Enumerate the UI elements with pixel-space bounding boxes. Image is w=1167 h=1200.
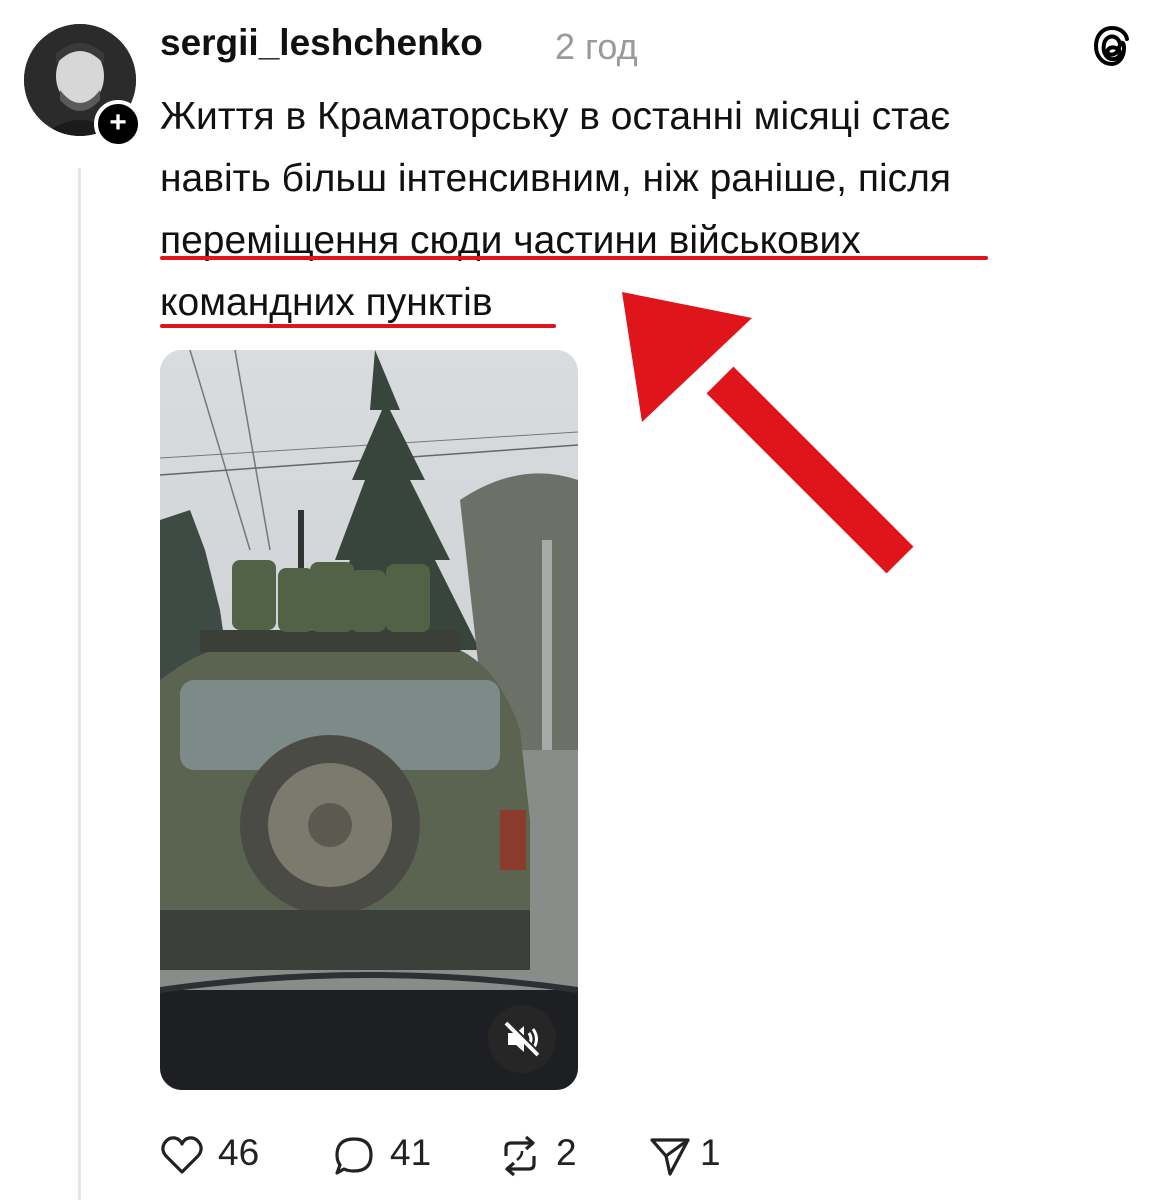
muted-speaker-icon: [504, 1020, 541, 1057]
username[interactable]: sergii_leshchenko: [160, 22, 483, 64]
red-arrow-annotation: [622, 292, 914, 574]
like-count: 46: [218, 1132, 260, 1173]
repost-button[interactable]: 2: [498, 1130, 588, 1180]
like-button[interactable]: 46: [160, 1130, 280, 1180]
red-underline: [160, 324, 556, 328]
post-text-line: Життя в Краматорську в останні місяці ст…: [160, 95, 951, 138]
post-video[interactable]: [160, 350, 578, 1090]
heart-icon: [161, 1136, 203, 1174]
follow-button[interactable]: +: [94, 100, 142, 148]
share-button[interactable]: 1: [648, 1130, 728, 1180]
send-icon: [650, 1138, 690, 1176]
threads-icon[interactable]: [1090, 24, 1134, 68]
mute-button[interactable]: [488, 1005, 556, 1073]
post-text-line: навіть більш інтенсивним, ніж раніше, пі…: [160, 157, 952, 200]
thread-line: [78, 168, 81, 1200]
timestamp: 2 год: [555, 26, 638, 67]
reply-count: 41: [390, 1132, 432, 1173]
comment-icon: [335, 1137, 373, 1175]
post-text-line-highlighted: переміщення сюди частини військових: [160, 219, 861, 262]
reply-button[interactable]: 41: [332, 1130, 442, 1180]
repost-count: 2: [556, 1132, 577, 1173]
red-underline: [160, 256, 988, 260]
plus-icon: +: [109, 106, 127, 139]
share-count: 1: [700, 1132, 721, 1173]
repost-icon: [504, 1135, 536, 1177]
